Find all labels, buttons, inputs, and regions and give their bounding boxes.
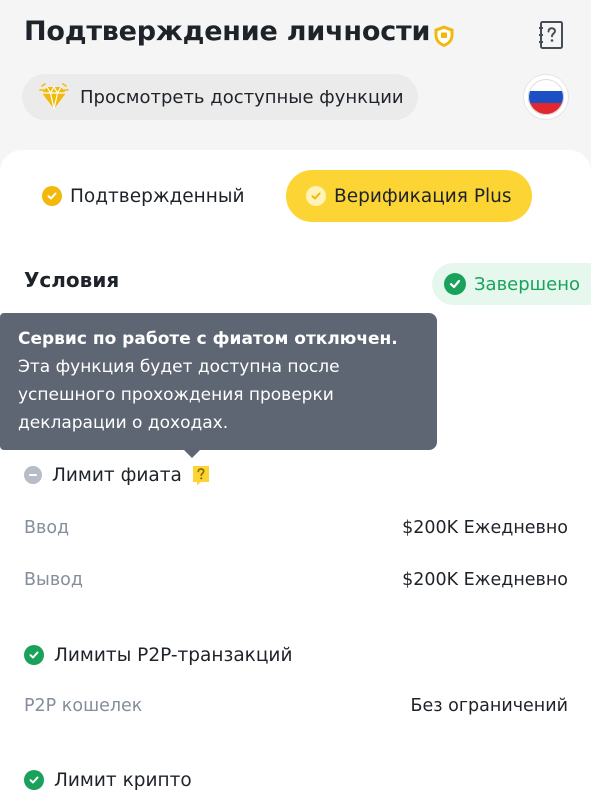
fiat-limit-title: Лимит фиата — [52, 464, 182, 486]
verification-card: Подтвержденный Верификация Plus Условия … — [0, 150, 591, 807]
conditions-title: Условия — [24, 268, 120, 292]
view-features-label: Просмотреть доступные функции — [80, 86, 404, 108]
check-circle-icon — [24, 770, 44, 790]
question-bubble-icon[interactable] — [190, 464, 212, 486]
tab-verified[interactable]: Подтвержденный — [30, 170, 257, 222]
status-badge-label: Завершено — [474, 273, 581, 295]
crypto-limit-title: Лимит крипто — [54, 769, 192, 791]
diamond-icon — [39, 83, 69, 110]
status-badge: Завершено — [432, 263, 591, 305]
view-features-button[interactable]: Просмотреть доступные функции — [22, 74, 418, 120]
table-row: Ввод $200K Ежедневно — [24, 518, 568, 538]
tab-verification-plus-label: Верификация Plus — [334, 185, 512, 207]
tab-verified-label: Подтвержденный — [70, 185, 245, 207]
tooltip-text: Эта функция будет доступна после успешно… — [18, 357, 340, 433]
p2p-limit-title: Лимиты P2P-транзакций — [54, 644, 293, 666]
fiat-limit-header: Лимит фиата — [24, 460, 212, 490]
check-badge-icon — [42, 186, 62, 206]
crypto-limit-header: Лимит крипто — [24, 765, 192, 795]
minus-circle-icon — [24, 466, 42, 484]
row-label: P2P кошелек — [24, 696, 143, 716]
tab-verification-plus[interactable]: Верификация Plus — [286, 170, 532, 222]
check-circle-icon — [444, 273, 466, 295]
russia-flag-icon — [528, 79, 564, 115]
table-row: Вывод $200K Ежедневно — [24, 570, 568, 590]
header: Подтверждение личности Просмотреть досту… — [0, 0, 591, 150]
row-label: Вывод — [24, 570, 83, 590]
check-badge-icon — [306, 186, 326, 206]
row-value: Без ограничений — [410, 696, 568, 716]
check-circle-icon — [24, 645, 44, 665]
shield-icon — [434, 25, 454, 47]
help-book-icon[interactable] — [536, 20, 566, 50]
fiat-disabled-tooltip: Сервис по работе с фиатом отключен. Эта … — [0, 313, 437, 450]
tooltip-title: Сервис по работе с фиатом отключен. — [18, 329, 398, 349]
p2p-limit-header: Лимиты P2P-транзакций — [24, 640, 292, 670]
row-value: $200K Ежедневно — [402, 570, 568, 590]
language-flag-button[interactable] — [524, 75, 568, 119]
table-row: P2P кошелек Без ограничений — [24, 696, 568, 716]
tooltip-arrow — [184, 450, 200, 458]
row-label: Ввод — [24, 518, 70, 538]
row-value: $200K Ежедневно — [402, 518, 568, 538]
page-title: Подтверждение личности — [24, 16, 431, 47]
